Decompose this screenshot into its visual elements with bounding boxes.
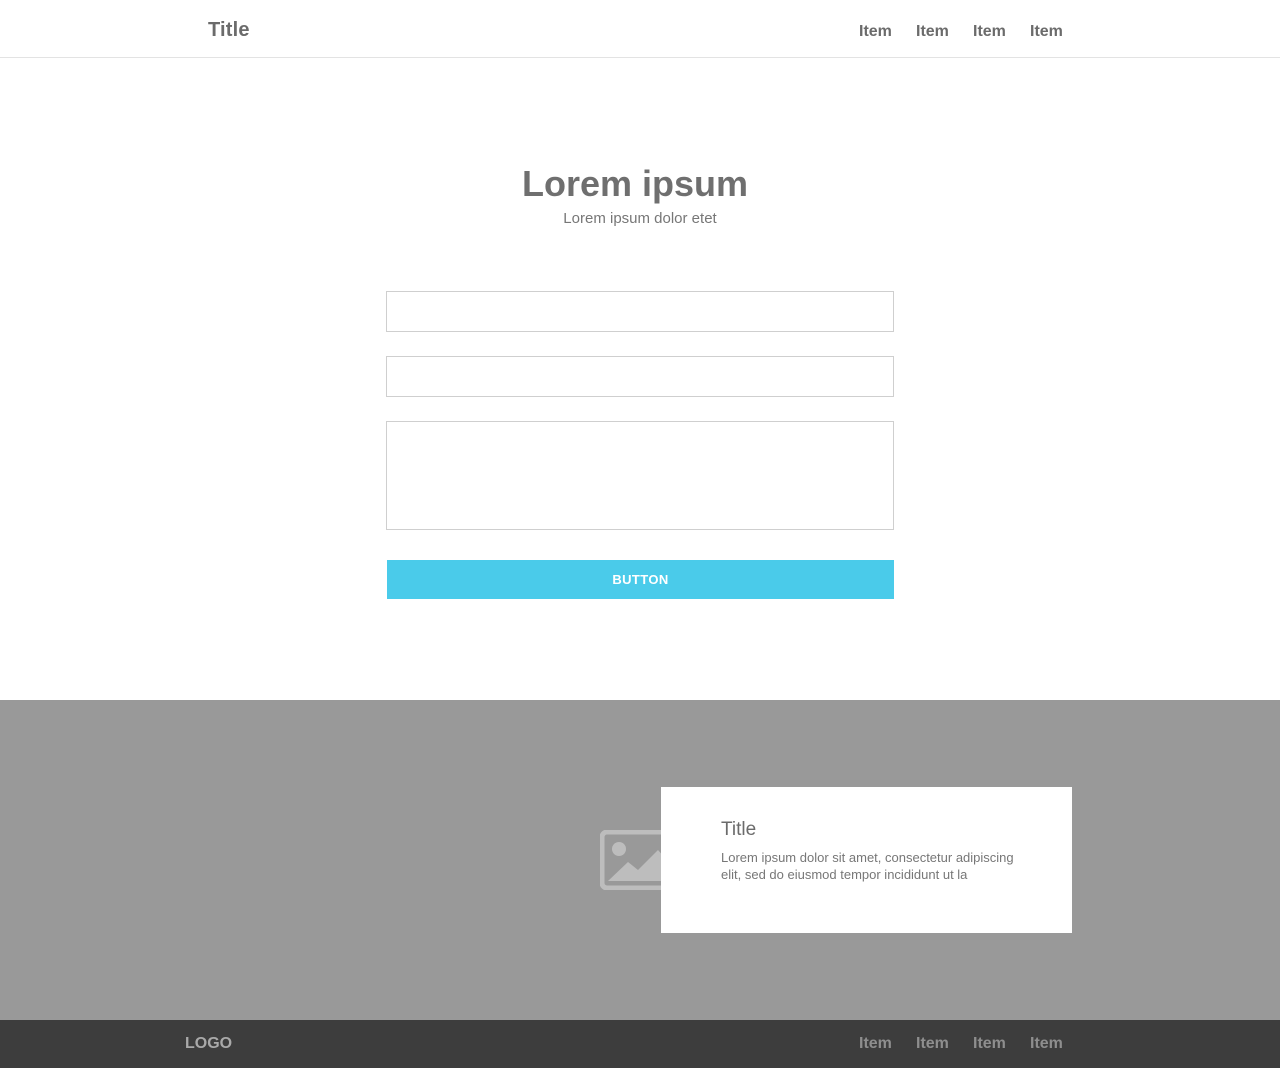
- footer-nav-item-2[interactable]: Item: [916, 1035, 954, 1053]
- card-text: Lorem ipsum dolor sit amet, consectetur …: [721, 850, 1014, 882]
- header-nav: Item Item Item Item: [859, 23, 1068, 41]
- hero-subtitle: Lorem ipsum dolor etet: [563, 210, 717, 227]
- card-title: Title: [721, 819, 757, 840]
- site-header: Title Item Item Item Item: [0, 0, 1280, 58]
- message-textarea[interactable]: [386, 421, 894, 530]
- header-nav-item-3[interactable]: Item: [973, 23, 1011, 41]
- feature-card: Title Lorem ipsum dolor sit amet, consec…: [661, 787, 1072, 933]
- hero-title: Lorem ipsum: [521, 163, 749, 204]
- footer-nav-item-1[interactable]: Item: [859, 1035, 897, 1053]
- header-nav-item-1[interactable]: Item: [859, 23, 897, 41]
- header-nav-item-4[interactable]: Item: [1030, 23, 1068, 41]
- site-title[interactable]: Title: [208, 19, 250, 42]
- footer-nav-item-4[interactable]: Item: [1030, 1035, 1068, 1053]
- footer-logo[interactable]: LOGO: [185, 1035, 232, 1053]
- form-field-2[interactable]: [386, 356, 894, 397]
- submit-button[interactable]: BUTTON: [387, 560, 894, 599]
- site-footer: LOGO Item Item Item Item: [0, 1020, 1280, 1068]
- form-field-1[interactable]: [386, 291, 894, 332]
- header-nav-item-2[interactable]: Item: [916, 23, 954, 41]
- footer-nav: Item Item Item Item: [859, 1035, 1068, 1053]
- footer-nav-item-3[interactable]: Item: [973, 1035, 1011, 1053]
